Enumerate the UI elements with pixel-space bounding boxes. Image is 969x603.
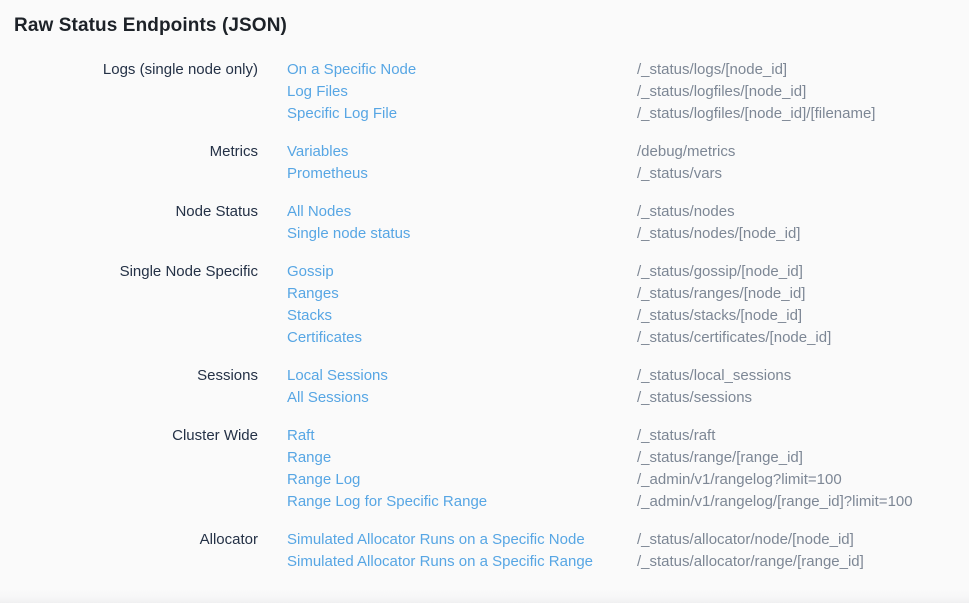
category-label: Node Status bbox=[0, 201, 258, 245]
endpoint-row: On a Specific Node /_status/logs/[node_id… bbox=[287, 59, 969, 81]
endpoint-link[interactable]: All Nodes bbox=[287, 201, 608, 223]
endpoint-row: Stacks /_status/stacks/[node_id] bbox=[287, 305, 969, 327]
endpoint-row: Range Log /_admin/v1/rangelog?limit=100 bbox=[287, 469, 969, 491]
category-label: Cluster Wide bbox=[0, 425, 258, 513]
endpoint-path: /_admin/v1/rangelog?limit=100 bbox=[637, 469, 969, 491]
endpoint-path: /_status/vars bbox=[637, 163, 969, 185]
endpoint-row: Prometheus /_status/vars bbox=[287, 163, 969, 185]
endpoint-path: /_status/local_sessions bbox=[637, 365, 969, 387]
endpoint-row: Variables/debug/metrics bbox=[287, 141, 969, 163]
endpoint-path: /_status/allocator/range/[range_id] bbox=[637, 551, 969, 573]
endpoint-link[interactable]: Range bbox=[287, 447, 608, 469]
category-label: Logs (single node only) bbox=[0, 59, 258, 125]
endpoint-group: Sessions Local Sessions /_status/local_ses… bbox=[0, 365, 969, 409]
endpoint-link[interactable]: Log Files bbox=[287, 81, 608, 103]
endpoint-entries: Gossip /_status/gossip/[node_id] Ranges /_s… bbox=[287, 261, 969, 349]
endpoint-path: /_status/logfiles/[node_id] bbox=[637, 81, 969, 103]
category-label: Allocator bbox=[0, 529, 258, 573]
endpoint-link[interactable]: Specific Log File bbox=[287, 103, 608, 125]
category-label: Single Node Specific bbox=[0, 261, 258, 349]
endpoint-path: /_status/logs/[node_id] bbox=[637, 59, 969, 81]
endpoint-path: /_status/logfiles/[node_id]/[filename] bbox=[637, 103, 969, 125]
endpoint-row: Certificates /_status/certificates/[node_… bbox=[287, 327, 969, 349]
endpoint-entries: Local Sessions/_status/local_sessionsAll… bbox=[287, 365, 969, 409]
endpoint-group: Cluster Wide Raft /_status/raft Range /_stat… bbox=[0, 425, 969, 513]
endpoint-row: Specific Log File /_status/logfiles/[node… bbox=[287, 103, 969, 125]
endpoint-path: /_status/certificates/[node_id] bbox=[637, 327, 969, 349]
endpoint-row: Local Sessions /_status/local_sessions bbox=[287, 365, 969, 387]
endpoint-path: /_status/gossip/[node_id] bbox=[637, 261, 969, 283]
endpoint-path: /_status/stacks/[node_id] bbox=[637, 305, 969, 327]
endpoint-link[interactable]: Range Log for Specific Range bbox=[287, 491, 608, 513]
endpoint-row: Range /_status/range/[range_id] bbox=[287, 447, 969, 469]
endpoint-entries: All Nodes/_status/nodesSingle node statu… bbox=[287, 201, 969, 245]
endpoint-path: /_status/range/[range_id] bbox=[637, 447, 969, 469]
endpoint-entries: Raft /_status/raft Range /_status/range/[ra… bbox=[287, 425, 969, 513]
endpoint-entries: On a Specific Node /_status/logs/[node_id… bbox=[287, 59, 969, 125]
endpoint-link[interactable]: Gossip bbox=[287, 261, 608, 283]
endpoint-link[interactable]: Prometheus bbox=[287, 163, 608, 185]
endpoint-row: All Nodes /_status/nodes bbox=[287, 201, 969, 223]
endpoint-path: /_status/ranges/[node_id] bbox=[637, 283, 969, 305]
endpoint-group: Node StatusAll Nodes/_status/nodesSingle… bbox=[0, 201, 969, 245]
endpoint-entries: Variables/debug/metricsPrometheus/_statu… bbox=[287, 141, 969, 185]
endpoint-link[interactable]: Single node status bbox=[287, 223, 608, 245]
endpoint-link[interactable]: Certificates bbox=[287, 327, 608, 349]
category-label: Metrics bbox=[0, 141, 258, 185]
endpoint-path: /_status/allocator/node/[node_id] bbox=[637, 529, 969, 551]
endpoint-link[interactable]: All Sessions bbox=[287, 387, 608, 409]
endpoint-link[interactable]: On a Specific Node bbox=[287, 59, 608, 81]
endpoint-row: Range Log for Specific Range /_admin/v1/r… bbox=[287, 491, 969, 513]
endpoint-row: Log Files /_status/logfiles/[node_id] bbox=[287, 81, 969, 103]
endpoint-link[interactable]: Variables bbox=[287, 141, 608, 163]
endpoint-row: Single node status /_status/nodes/[node_i… bbox=[287, 223, 969, 245]
endpoint-link[interactable]: Ranges bbox=[287, 283, 608, 305]
endpoint-path: /_status/nodes bbox=[637, 201, 969, 223]
endpoint-row: Raft /_status/raft bbox=[287, 425, 969, 447]
endpoint-link[interactable]: Stacks bbox=[287, 305, 608, 327]
endpoint-row: Gossip /_status/gossip/[node_id] bbox=[287, 261, 969, 283]
endpoint-path: /_status/sessions bbox=[637, 387, 969, 409]
endpoint-group: Single Node Specific Gossip /_status/gossi… bbox=[0, 261, 969, 349]
endpoint-group: MetricsVariables/debug/metricsPrometheus… bbox=[0, 141, 969, 185]
endpoint-link[interactable]: Raft bbox=[287, 425, 608, 447]
endpoint-link[interactable]: Simulated Allocator Runs on a Specific R… bbox=[287, 551, 608, 573]
endpoint-row: Ranges /_status/ranges/[node_id] bbox=[287, 283, 969, 305]
endpoint-link[interactable]: Simulated Allocator Runs on a Specific N… bbox=[287, 529, 608, 551]
endpoint-row: Simulated Allocator Runs on a Specific N… bbox=[287, 529, 969, 551]
endpoint-groups: Logs (single node only) On a Specific Nod… bbox=[0, 59, 969, 589]
endpoint-entries: Simulated Allocator Runs on a Specific N… bbox=[287, 529, 969, 573]
footer-strip bbox=[0, 589, 969, 603]
endpoint-path: /_status/nodes/[node_id] bbox=[637, 223, 969, 245]
endpoint-row: All Sessions /_status/sessions bbox=[287, 387, 969, 409]
endpoint-group: Allocator Simulated Allocator Runs on a S… bbox=[0, 529, 969, 573]
endpoint-link[interactable]: Local Sessions bbox=[287, 365, 608, 387]
endpoint-path: /_admin/v1/rangelog/[range_id]?limit=100 bbox=[637, 491, 969, 513]
raw-status-endpoints-page: Raw Status Endpoints (JSON) Logs (single… bbox=[0, 0, 969, 603]
endpoint-link[interactable]: Range Log bbox=[287, 469, 608, 491]
endpoint-path: /_status/raft bbox=[637, 425, 969, 447]
endpoint-path: /debug/metrics bbox=[637, 141, 969, 163]
category-label: Sessions bbox=[0, 365, 258, 409]
endpoint-group: Logs (single node only) On a Specific Nod… bbox=[0, 59, 969, 125]
endpoint-row: Simulated Allocator Runs on a Specific R… bbox=[287, 551, 969, 573]
page-title: Raw Status Endpoints (JSON) bbox=[14, 13, 969, 39]
